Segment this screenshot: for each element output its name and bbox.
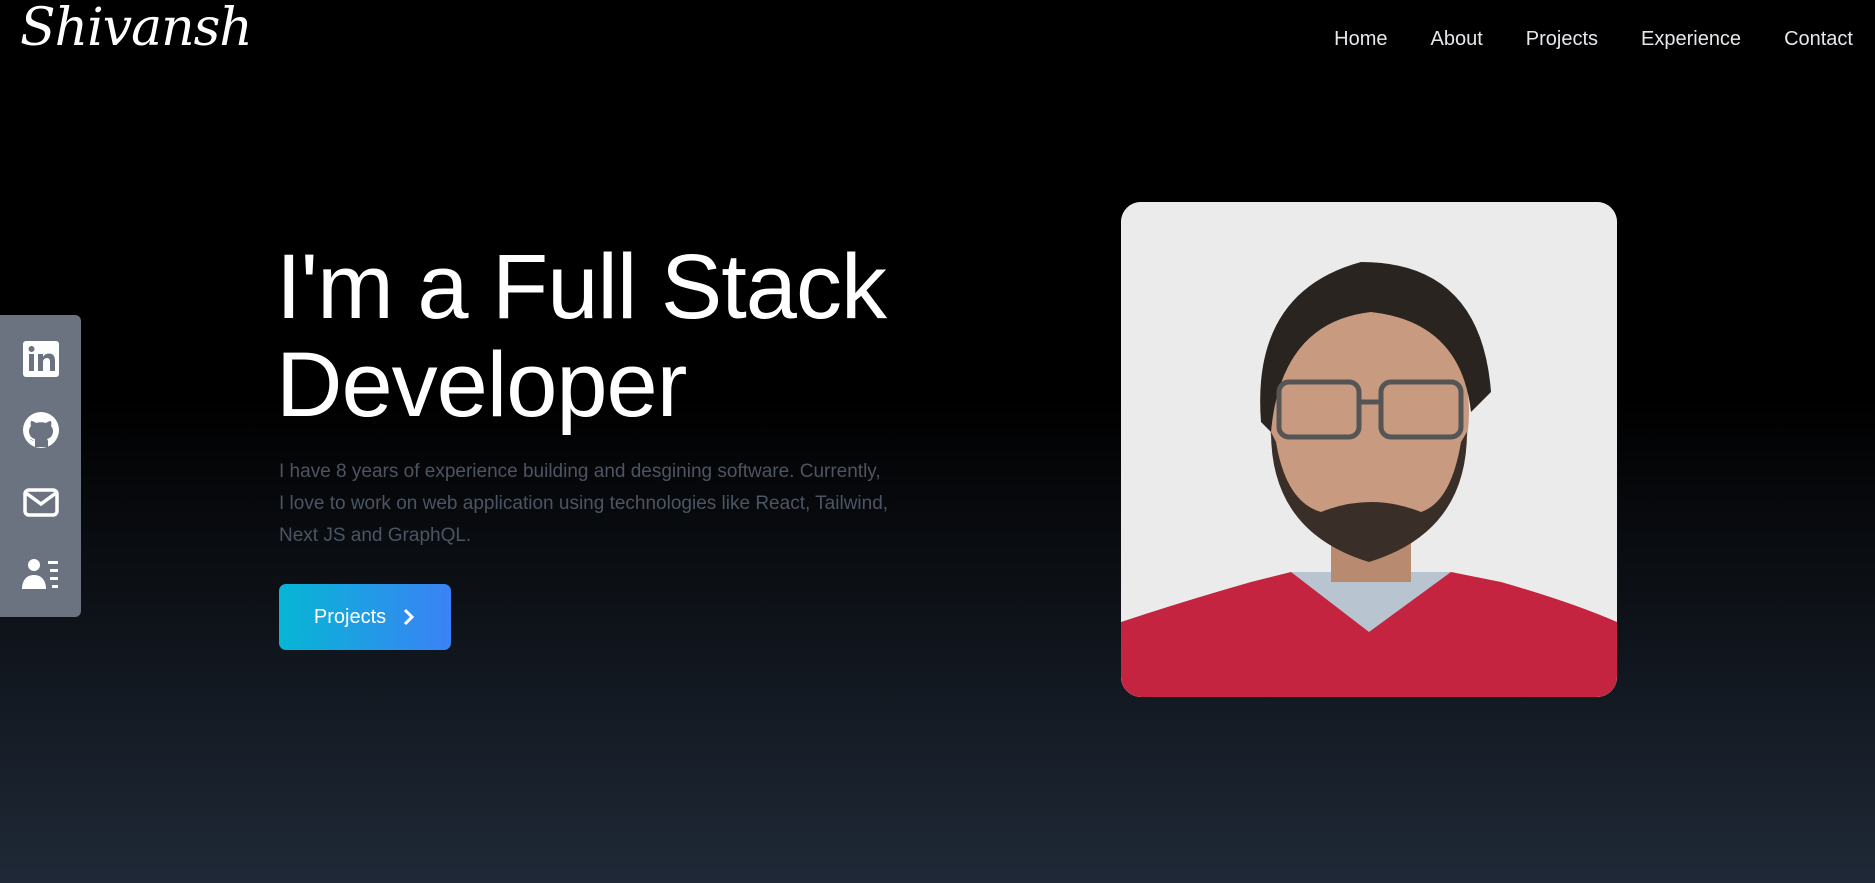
- hero-heading-line1: I'm a Full Stack: [276, 236, 887, 338]
- hero-heading: I'm a Full Stack Developer: [276, 236, 887, 436]
- logo[interactable]: Shivansh: [20, 0, 253, 58]
- nav-contact[interactable]: Contact: [1784, 28, 1853, 51]
- chevron-right-icon: [404, 608, 415, 626]
- nav-about[interactable]: About: [1430, 28, 1482, 51]
- mail-icon[interactable]: [21, 482, 61, 522]
- projects-button-label: Projects: [313, 605, 387, 628]
- resume-icon[interactable]: [21, 553, 61, 593]
- nav-projects[interactable]: Projects: [1526, 28, 1598, 51]
- nav-home[interactable]: Home: [1334, 28, 1387, 51]
- nav-experience[interactable]: Experience: [1641, 28, 1741, 51]
- hero-heading-line2: Developer: [276, 334, 687, 436]
- linkedin-icon[interactable]: [21, 339, 61, 379]
- profile-photo: [1121, 202, 1617, 697]
- github-icon[interactable]: [21, 410, 61, 450]
- main-nav: Home About Projects Experience Contact: [1334, 28, 1853, 51]
- projects-button[interactable]: Projects: [279, 584, 451, 650]
- social-links-bar: [0, 315, 81, 617]
- hero-intro: I have 8 years of experience building an…: [279, 461, 889, 546]
